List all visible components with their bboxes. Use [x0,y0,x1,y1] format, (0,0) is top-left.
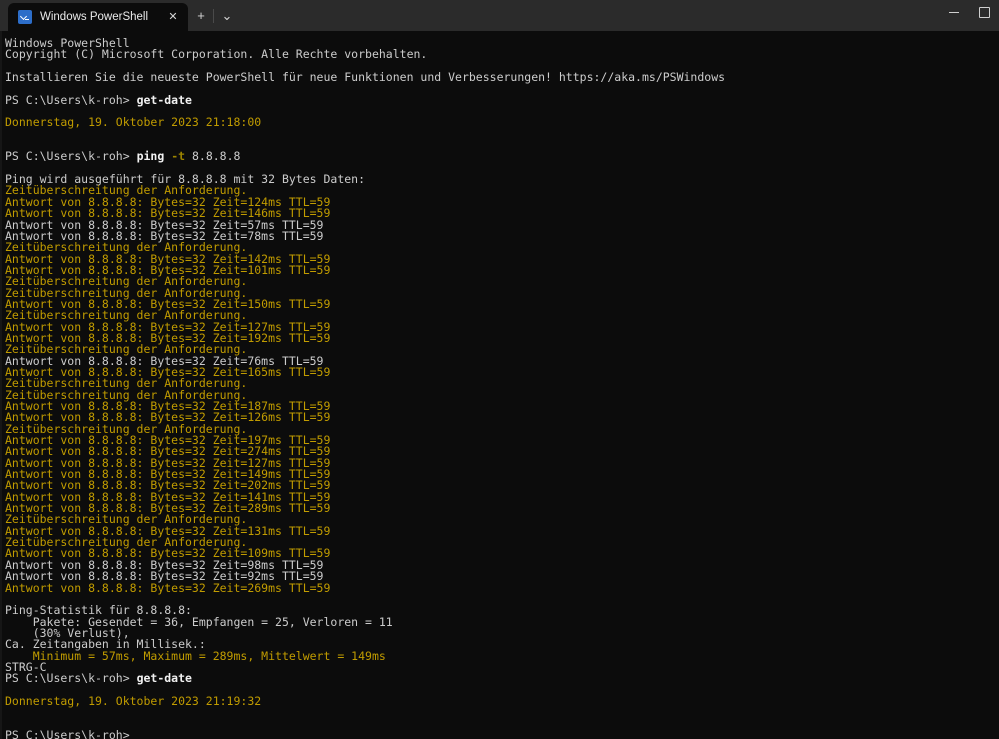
minimize-button[interactable] [939,0,969,24]
console-output-line: Antwort von 8.8.8.8: Bytes=32 Zeit=269ms… [5,580,331,595]
console-output-line: Pakete: Gesendet = 36, Empfangen = 25, V… [5,614,393,629]
command-parameter: -t [171,149,186,164]
maximize-icon [978,6,990,18]
tab-title: Windows PowerShell [40,11,149,23]
console-output-line: Installieren Sie die neueste PowerShell … [5,70,726,85]
console-output-line: Donnerstag, 19. Oktober 2023 21:19:32 [5,693,262,708]
console-command-line: PS C:\Users\k-roh> get-date [5,671,999,686]
tab-windows-powershell[interactable]: Windows PowerShell ✕ [8,3,188,31]
caption-buttons [939,0,999,31]
console-command-line: PS C:\Users\k-roh> [5,727,999,739]
new-tab-button[interactable]: + [188,2,214,30]
tab-strip: Windows PowerShell ✕ + ⌄ [0,0,240,31]
console-command-line: PS C:\Users\k-roh> get-date [5,92,999,107]
command-text: get-date [136,671,192,686]
minimize-icon [949,11,959,13]
title-bar: Windows PowerShell ✕ + ⌄ [0,0,999,31]
prompt-text: PS C:\Users\k-roh> [5,149,137,164]
prompt-text: PS C:\Users\k-roh> [5,671,137,686]
command-argument: 8.8.8.8 [185,149,241,164]
prompt-text: PS C:\Users\k-roh> [5,727,130,739]
maximize-button[interactable] [969,0,999,24]
prompt-text: PS C:\Users\k-roh> [5,92,137,107]
command-text: ping [136,149,172,164]
console-output-line: Minimum = 57ms, Maximum = 289ms, Mittelw… [5,648,386,663]
console-output-line: Copyright (C) Microsoft Corporation. All… [5,47,428,62]
chevron-down-icon[interactable]: ⌄ [213,2,240,30]
console-command-line: PS C:\Users\k-roh> ping -t 8.8.8.8 [5,149,999,164]
powershell-icon [18,10,32,24]
console-output-line: Donnerstag, 19. Oktober 2023 21:18:00 [5,115,262,130]
close-icon[interactable]: ✕ [164,8,182,26]
command-text: get-date [136,92,192,107]
console-output[interactable]: Windows PowerShell Copyright (C) Microsof… [0,31,999,739]
